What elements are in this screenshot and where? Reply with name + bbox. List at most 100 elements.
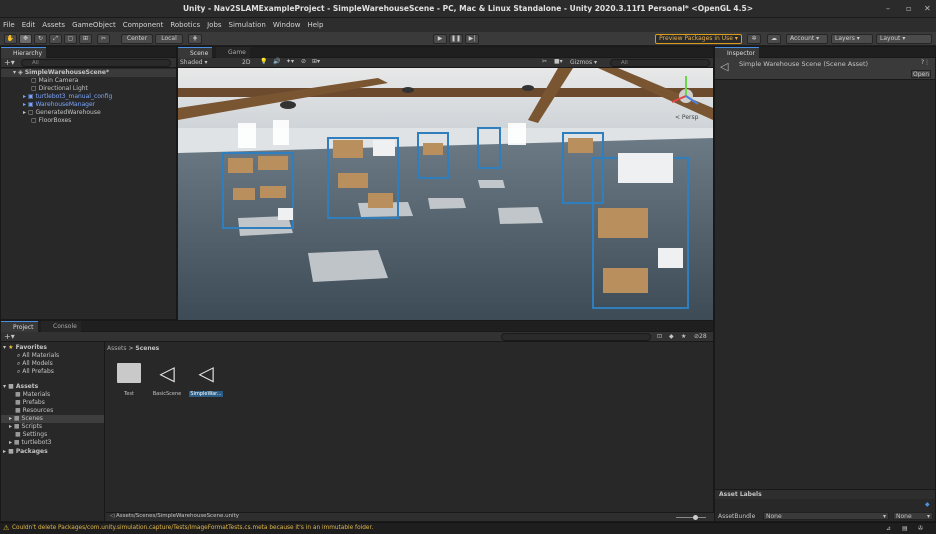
hierarchy-item[interactable]: ▢ Main Camera [31,77,78,85]
menu-jobs[interactable]: Jobs [207,21,221,29]
favorite-item[interactable]: ⌕ All Prefabs [17,368,54,376]
hand-tool-icon[interactable]: ✋ [4,34,17,44]
pivot-center-button[interactable]: Center [121,34,153,44]
persp-label[interactable]: < Persp [675,114,698,121]
folder-item[interactable]: ■ Resources [15,407,53,415]
file-item[interactable]: ◁ BasicScene [151,361,183,397]
cache-icon[interactable]: ▤ [902,525,908,532]
folder-item[interactable]: ▸ ■ turtlebot3 [9,439,52,447]
menu-window[interactable]: Window [273,21,301,29]
camera-icon[interactable]: ■▾ [554,58,563,65]
menu-robotics[interactable]: Robotics [170,21,200,29]
scene-search[interactable]: All [610,59,710,67]
gizmos-dropdown[interactable]: Gizmos ▾ [570,59,597,66]
tab-project[interactable]: Project [1,321,38,332]
cloud-icon[interactable]: ☁ [767,34,781,44]
scene-root-row[interactable]: ▾ ◈ SimpleWarehouseScene* [1,69,176,77]
play-button[interactable]: ▶ [433,34,447,44]
debug-icon[interactable]: ✇ [918,525,923,532]
breadcrumb-scenes[interactable]: Scenes [135,345,159,352]
folder-item[interactable]: ■ Materials [15,391,50,399]
hidden-count-icon[interactable]: ⊘28 [694,333,707,340]
filter-label-icon[interactable]: ◆ [669,333,674,340]
tools-icon[interactable]: ✂ [542,58,547,65]
hierarchy-item[interactable]: ▸ ▢ GeneratedWarehouse [23,109,101,117]
rotate-tool-icon[interactable]: ↻ [34,34,47,44]
add-icon[interactable]: +▾ [4,58,15,68]
tab-inspector[interactable]: Inspector [715,47,759,58]
close-icon[interactable]: ✕ [924,0,931,18]
breadcrumb-assets[interactable]: Assets [107,345,127,352]
rect-tool-icon[interactable]: ▢ [64,34,77,44]
hierarchy-item[interactable]: ▸ ▣ turtlebot3_manual_config [23,93,112,101]
breadcrumb: Assets > Scenes [107,345,160,352]
project-search[interactable] [501,333,651,341]
shading-dropdown[interactable]: Shaded ▾ [180,59,208,66]
grid-snap-icon[interactable]: ⋕ [188,34,202,44]
menu-assets[interactable]: Assets [42,21,65,29]
folder-item[interactable]: ■ Settings [15,431,47,439]
minimize-icon[interactable]: – [886,0,890,18]
menu-gameobject[interactable]: GameObject [72,21,116,29]
file-item-selected[interactable]: ◁ SimpleWar... [189,361,223,397]
scale-tool-icon[interactable]: ⤢ [49,34,62,44]
favorite-item[interactable]: ⌕ All Materials [17,352,59,360]
step-button[interactable]: ▶| [465,34,479,44]
folder-label: Resources [22,407,54,414]
folder-item[interactable]: ■ Prefabs [15,399,45,407]
hidden-objects-icon[interactable]: ⊘ [301,58,306,65]
collab-icon[interactable]: ✲ [747,34,761,44]
layers-dropdown[interactable]: Layers ▾ [831,34,873,44]
icon-size-slider[interactable] [676,517,706,518]
maximize-icon[interactable]: ▫ [906,0,911,18]
asset-bundle-label: AssetBundle [718,513,756,520]
assets-row[interactable]: ▾ ■ Assets [3,383,38,391]
progress-icon[interactable]: ⊿ [886,525,891,532]
hierarchy-item[interactable]: ▢ FloorBoxes [31,117,71,125]
audio-icon[interactable]: 🔊 [273,58,280,65]
favorites-row[interactable]: ▾ ★ Favorites [3,344,47,352]
label-tag-icon[interactable]: ◆ [925,501,930,508]
hierarchy-item[interactable]: ▢ Directional Light [31,85,88,93]
asset-variant-dropdown[interactable]: None ▾ [893,512,933,520]
project-path-bar: ◁ Assets/Scenes/SimpleWarehouseScene.uni… [106,512,714,521]
grid-icon[interactable]: ⊞▾ [312,58,320,65]
menu-simulation[interactable]: Simulation [229,21,266,29]
menu-help[interactable]: Help [307,21,323,29]
folder-item[interactable]: ▸ ■ Scripts [9,423,42,431]
menu-edit[interactable]: Edit [22,21,36,29]
tab-console[interactable]: Console [41,321,81,332]
favorite-icon[interactable]: ★ [681,333,686,340]
project-add-icon[interactable]: +▾ [4,332,15,342]
lighting-icon[interactable]: 💡 [260,58,267,65]
account-dropdown[interactable]: Account ▾ [786,34,828,44]
2d-toggle[interactable]: 2D [242,59,250,66]
pause-button[interactable]: ❚❚ [449,34,463,44]
transform-tool-icon[interactable]: ⊞ [79,34,92,44]
scene-viewport[interactable]: < Persp [178,68,713,320]
help-icon[interactable]: ?⋮ [921,59,930,66]
slider-handle[interactable] [693,515,698,520]
menu-component[interactable]: Component [123,21,164,29]
pivot-local-button[interactable]: Local [155,34,183,44]
hierarchy-search[interactable]: All [21,59,171,67]
preview-packages-button[interactable]: Preview Packages in Use ▾ [655,34,742,44]
hierarchy-item[interactable]: ▸ ▣ WarehouseManager [23,101,95,109]
tab-hierarchy[interactable]: Hierarchy [1,47,47,58]
filter-type-icon[interactable]: ⊡ [657,333,662,340]
open-label: Open [912,71,930,78]
packages-row[interactable]: ▸ ■ Packages [3,448,48,456]
menu-file[interactable]: File [3,21,15,29]
layout-dropdown[interactable]: Layout ▾ [876,34,932,44]
file-item[interactable]: Test [116,363,142,397]
move-tool-icon[interactable]: ✥ [19,34,32,44]
tab-game[interactable]: Game [216,47,250,58]
folder-item-selected[interactable]: ▸ ■ Scenes [1,415,104,423]
open-button[interactable]: Open [911,70,931,78]
favorite-item[interactable]: ⌕ All Models [17,360,53,368]
tab-scene[interactable]: Scene [178,47,213,58]
status-message[interactable]: Couldn't delete Packages/com.unity.simul… [12,525,373,531]
asset-bundle-dropdown[interactable]: None ▾ [763,512,889,520]
effects-icon[interactable]: ✦▾ [286,58,294,65]
custom-tool-icon[interactable]: ✂ [97,34,110,44]
